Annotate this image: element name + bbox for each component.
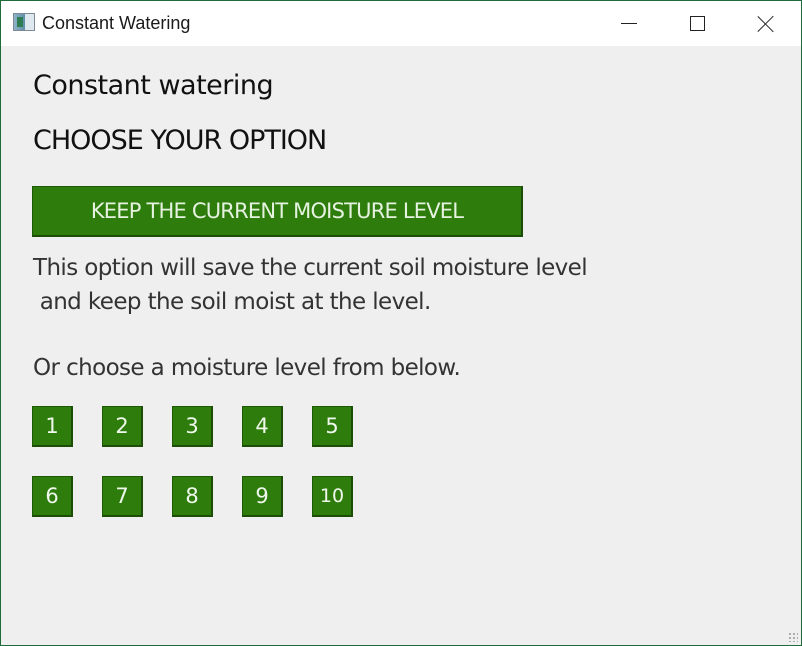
keep-current-moisture-button[interactable]: KEEP THE CURRENT MOISTURE LEVEL xyxy=(32,186,523,237)
page-heading: Constant watering xyxy=(33,70,274,101)
option-description: This option will save the current soil m… xyxy=(33,255,588,315)
minimize-icon xyxy=(621,23,637,24)
level-prompt: Or choose a moisture level from below. xyxy=(33,355,461,381)
moisture-level-6-button[interactable]: 6 xyxy=(32,476,73,517)
moisture-level-2-button[interactable]: 2 xyxy=(102,406,143,447)
moisture-level-1-button[interactable]: 1 xyxy=(32,406,73,447)
moisture-level-8-button[interactable]: 8 xyxy=(172,476,213,517)
options-heading: CHOOSE YOUR OPTION xyxy=(33,125,327,156)
window-title: Constant Watering xyxy=(42,13,191,33)
moisture-level-4-button[interactable]: 4 xyxy=(242,406,283,447)
moisture-level-9-button[interactable]: 9 xyxy=(242,476,283,517)
main-content: Constant watering CHOOSE YOUR OPTION KEE… xyxy=(1,46,801,645)
moisture-level-7-button[interactable]: 7 xyxy=(102,476,143,517)
maximize-button[interactable] xyxy=(663,1,731,46)
resize-grip[interactable] xyxy=(788,632,798,642)
moisture-level-10-button[interactable]: 10 xyxy=(312,476,353,517)
close-icon xyxy=(757,15,775,33)
title-bar[interactable]: Constant Watering xyxy=(1,1,801,46)
minimize-button[interactable] xyxy=(595,1,663,46)
moisture-level-3-button[interactable]: 3 xyxy=(172,406,213,447)
app-window: Constant Watering Constant watering CHOO… xyxy=(0,0,802,646)
close-button[interactable] xyxy=(732,1,800,46)
moisture-level-5-button[interactable]: 5 xyxy=(312,406,353,447)
maximize-icon xyxy=(689,16,705,31)
app-window-icon xyxy=(13,13,35,31)
